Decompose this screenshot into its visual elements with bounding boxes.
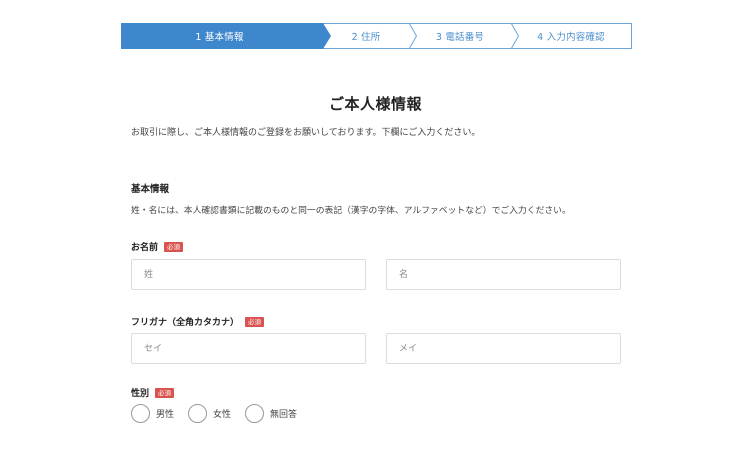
required-badge: 必須 bbox=[164, 241, 184, 252]
step-basic-info: 1 基本情報 bbox=[121, 23, 331, 49]
step-label: 3 電話番号 bbox=[435, 32, 485, 43]
step-arrow-icon bbox=[409, 23, 417, 49]
kana-label-text: フリガナ（全角カタカナ） bbox=[131, 318, 240, 328]
gender-radio-group: 男性 女性 無回答 bbox=[131, 404, 311, 423]
page-title: ご本人様情報 bbox=[328, 95, 422, 113]
gender-option-male[interactable]: 男性 bbox=[131, 404, 174, 423]
first-name-kana-input[interactable] bbox=[386, 333, 621, 364]
required-badge: 必須 bbox=[245, 316, 265, 327]
radio-button[interactable] bbox=[188, 404, 208, 423]
name-label: お名前 必須 bbox=[131, 240, 184, 253]
kana-label: フリガナ（全角カタカナ） 必須 bbox=[131, 315, 265, 328]
last-name-kana-input[interactable] bbox=[131, 333, 366, 364]
radio-label: 女性 bbox=[213, 410, 232, 420]
required-badge: 必須 bbox=[155, 387, 175, 398]
step-label: 4 入力内容確認 bbox=[537, 32, 605, 43]
section-title: 基本情報 bbox=[131, 184, 170, 195]
gender-label-text: 性別 bbox=[131, 389, 150, 399]
section-note: 姓・名には、本人確認書類に記載のものと同一の表記（漢字の字体、アルファベットなど… bbox=[131, 206, 571, 216]
step-arrow-icon bbox=[511, 23, 519, 49]
step-label: 2 住所 bbox=[351, 32, 381, 43]
step-label: 1 基本情報 bbox=[195, 32, 244, 43]
radio-button[interactable] bbox=[131, 404, 150, 423]
name-label-text: お名前 bbox=[131, 243, 159, 253]
step-arrow-icon bbox=[323, 23, 331, 49]
radio-label: 男性 bbox=[156, 410, 175, 420]
intro-text: お取引に際し、ご本人様情報のご登録をお願いしております。下欄にご入力ください。 bbox=[131, 128, 481, 138]
first-name-input[interactable] bbox=[386, 259, 621, 290]
gender-label: 性別 必須 bbox=[131, 386, 175, 399]
radio-button[interactable] bbox=[245, 404, 265, 423]
gender-option-no-answer[interactable]: 無回答 bbox=[245, 404, 297, 423]
radio-label: 無回答 bbox=[270, 410, 298, 420]
step-address: 2 住所 bbox=[323, 23, 417, 49]
gender-option-female[interactable]: 女性 bbox=[188, 404, 231, 423]
step-indicator: 1 基本情報 2 住所 3 電話番号 4 入力内容確認 bbox=[121, 23, 632, 49]
step-phone: 3 電話番号 bbox=[409, 23, 519, 49]
step-confirm: 4 入力内容確認 bbox=[511, 23, 632, 49]
last-name-input[interactable] bbox=[131, 259, 366, 290]
